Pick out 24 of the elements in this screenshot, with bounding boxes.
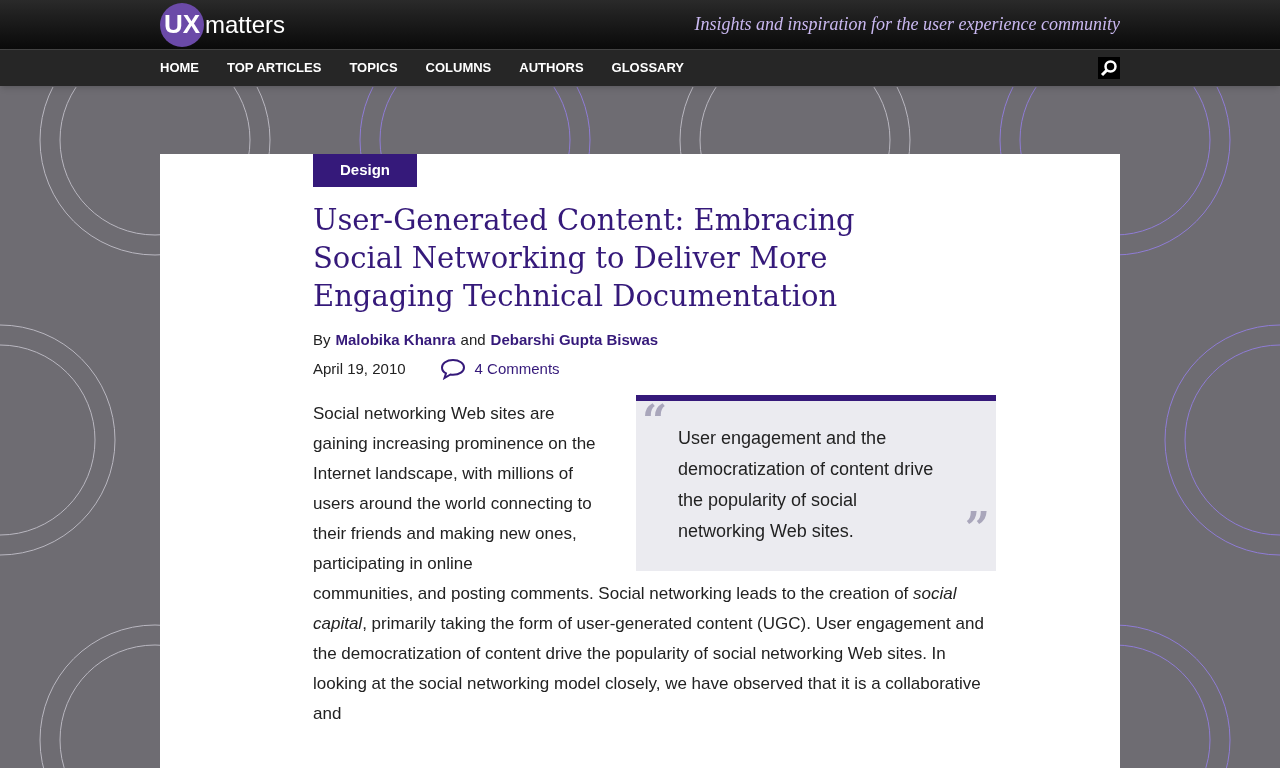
quote-text: User engagement and the democratization of content drive the popularity of social networking Web sites. xyxy=(678,426,935,543)
article-title: User-Generated Content: Embracing Social Networking to Deliver More Engaging Technical Documentation xyxy=(313,201,856,315)
author-link[interactable]: Debarshi Gupta Biswas xyxy=(490,328,659,351)
tagline: Insights and inspiration for the user experience community xyxy=(694,13,1120,36)
open-quote-mark: “ xyxy=(642,394,668,449)
nav-link[interactable]: COLUMNS xyxy=(425,58,492,78)
category-tag[interactable]: Design xyxy=(313,154,417,187)
byline-joiner: and xyxy=(460,329,486,350)
logo-mark[interactable]: UX xyxy=(160,2,204,47)
nav-link[interactable]: TOP ARTICLES xyxy=(227,58,322,78)
author-link[interactable]: Malobika Khanra xyxy=(335,328,456,351)
article-body: communities, and posting comments. Social networking leads to the creation of social capital, primarily taking the form of user-generated content (UGC). User engagement and the democratization of content drive the popularity of social networking Web sites. In looking at the social networking model closely, we have observed that it is a collaborative and xyxy=(313,582,985,725)
search-icon xyxy=(1100,59,1118,77)
nav-link[interactable]: TOPICS xyxy=(349,58,398,78)
comments-link[interactable]: 4 Comments xyxy=(474,358,560,381)
byline-prefix: By xyxy=(313,329,331,350)
speech-bubble-icon xyxy=(439,358,466,381)
logo-text[interactable]: matters xyxy=(205,6,285,43)
nav-link[interactable]: GLOSSARY xyxy=(611,58,685,78)
close-quote-mark: ” xyxy=(964,506,990,551)
search-button[interactable] xyxy=(1098,57,1120,79)
nav-link[interactable]: AUTHORS xyxy=(519,58,584,78)
publish-date: April 19, 2010 xyxy=(313,359,406,379)
nav-link[interactable]: HOME xyxy=(160,58,199,78)
